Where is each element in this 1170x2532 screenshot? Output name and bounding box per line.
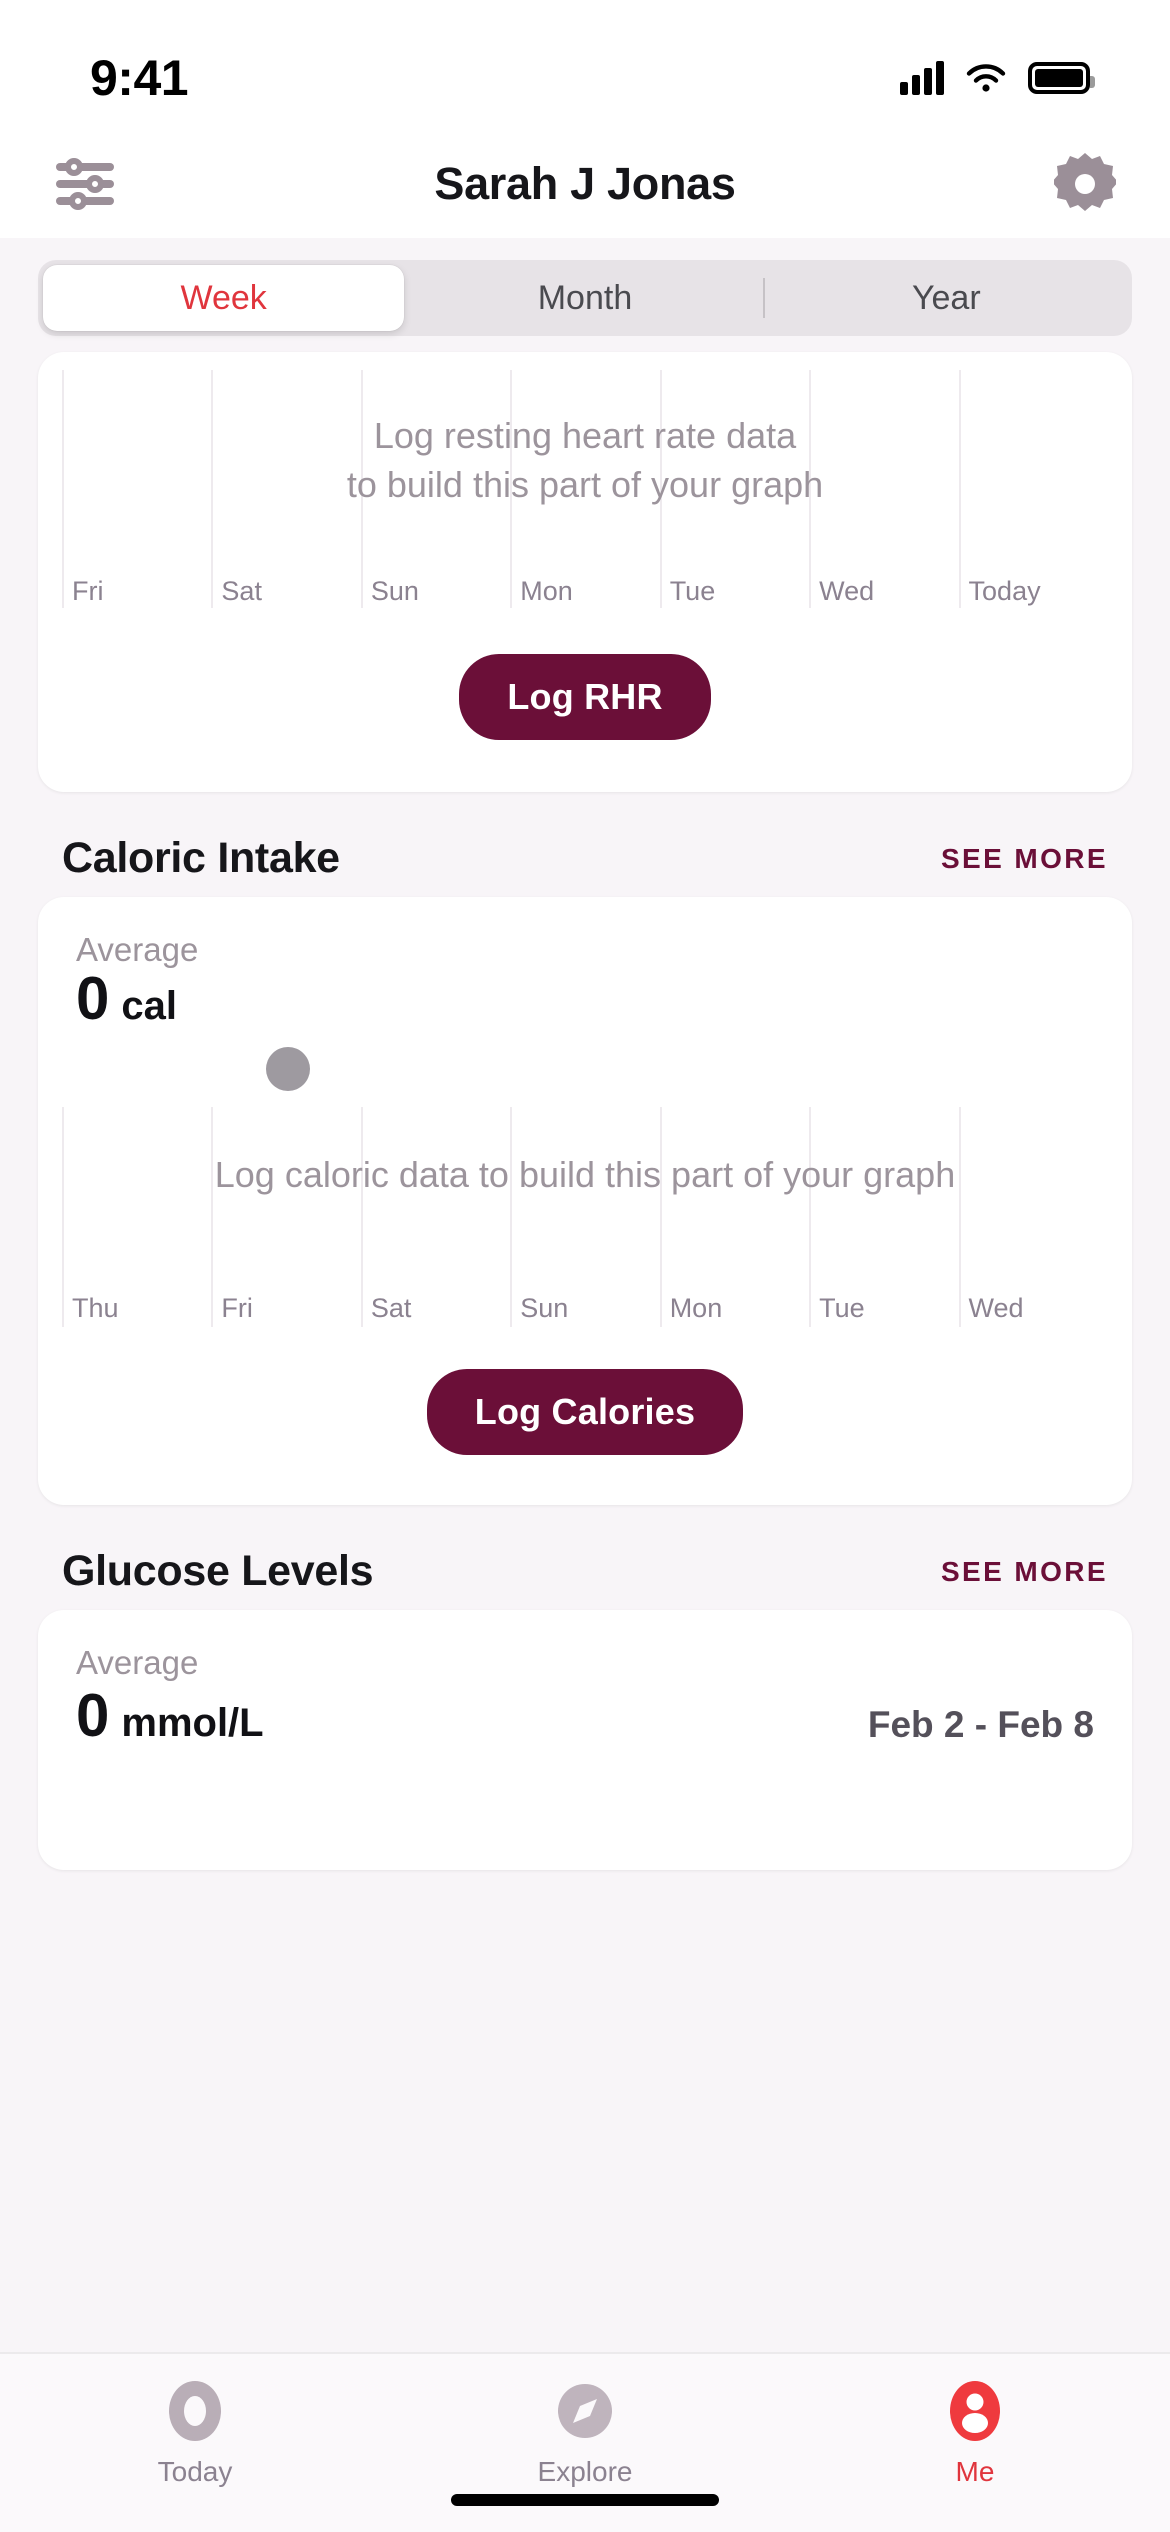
- glucose-average-value: 0 mmol/L: [76, 1686, 264, 1746]
- caloric-chart: Log caloric data to build this part of y…: [62, 1107, 1108, 1287]
- caloric-day-label: Wed: [968, 1293, 1024, 1323]
- caloric-intake-card: Average 0 cal Log caloric data to build …: [38, 897, 1132, 1505]
- nav-bar: Sarah J Jonas: [0, 130, 1170, 238]
- caloric-day-label: Thu: [72, 1293, 119, 1323]
- page-title: Sarah J Jonas: [434, 158, 736, 209]
- compass-icon: [558, 2384, 612, 2438]
- battery-icon: [1028, 62, 1095, 94]
- caloric-intake-section-header: Caloric Intake SEE MORE: [38, 792, 1132, 893]
- caloric-average-number: 0: [76, 965, 110, 1032]
- main-scroll-area[interactable]: Week Month Year Log resting heart rate d…: [0, 238, 1170, 2352]
- caloric-average-metric: Average 0 cal: [38, 897, 1132, 1091]
- rhr-day-labels: Fri Sat Sun Mon Tue Wed Today: [62, 570, 1108, 607]
- caloric-chart-axis: Thu Fri Sat Sun Mon Tue Wed: [62, 1287, 1108, 1327]
- app-screen: 9:41 Sarah J Jonas Week Month Year Log r…: [0, 0, 1170, 2532]
- log-rhr-button[interactable]: Log RHR: [459, 654, 711, 740]
- glucose-levels-title: Glucose Levels: [62, 1547, 374, 1595]
- glucose-value-row: 0 mmol/L Feb 2 - Feb 8: [76, 1686, 1094, 1746]
- resting-heart-rate-card: Log resting heart rate data to build thi…: [38, 352, 1132, 792]
- rhr-empty-line-2: to build this part of your graph: [346, 463, 824, 505]
- wifi-icon: [966, 64, 1006, 92]
- caloric-day-label: Sun: [520, 1293, 569, 1323]
- caloric-average-value-row: 0 cal: [76, 969, 1094, 1029]
- status-indicators: [900, 61, 1095, 95]
- segment-year[interactable]: Year: [766, 265, 1127, 331]
- glucose-average-metric: Average 0 mmol/L Feb 2 - Feb 8: [38, 1610, 1132, 1746]
- caloric-average-label: Average: [76, 931, 199, 968]
- caloric-day-labels: Thu Fri Sat Sun Mon Tue Wed: [62, 1287, 1108, 1324]
- status-bar: 9:41: [0, 0, 1170, 130]
- home-indicator: [451, 2494, 719, 2506]
- ring-icon: [169, 2381, 221, 2441]
- caloric-intake-title: Caloric Intake: [62, 834, 340, 882]
- caloric-average-unit: cal: [121, 984, 177, 1028]
- rhr-day-label: Tue: [669, 576, 716, 606]
- segment-month-label: Month: [537, 278, 633, 317]
- rhr-day-label: Mon: [520, 576, 573, 606]
- segment-week-label: Week: [180, 278, 267, 317]
- caloric-empty-message: Log caloric data to build this part of y…: [214, 1154, 956, 1195]
- glucose-levels-card: Average 0 mmol/L Feb 2 - Feb 8: [38, 1610, 1132, 1870]
- tab-me[interactable]: Me: [780, 2380, 1170, 2488]
- glucose-date-range: Feb 2 - Feb 8: [867, 1704, 1094, 1745]
- segment-month[interactable]: Month: [404, 265, 765, 331]
- glucose-average-label: Average: [76, 1644, 199, 1681]
- segment-year-label: Year: [911, 278, 981, 317]
- rhr-day-label: Wed: [819, 576, 875, 606]
- rhr-day-label: Today: [968, 576, 1041, 606]
- tab-explore-label: Explore: [537, 2456, 633, 2487]
- rhr-day-label: Sun: [370, 576, 419, 606]
- glucose-average-unit: mmol/L: [121, 1701, 264, 1745]
- tab-today-label: Today: [157, 2456, 233, 2487]
- segment-week[interactable]: Week: [43, 265, 405, 331]
- rhr-chart-axis: Fri Sat Sun Mon Tue Wed Today: [62, 570, 1108, 608]
- tab-today[interactable]: Today: [0, 2380, 390, 2488]
- glucose-average-number: 0: [76, 1682, 110, 1749]
- rhr-chart: Log resting heart rate data to build thi…: [62, 370, 1108, 570]
- status-time: 9:41: [90, 50, 189, 106]
- rhr-day-label: Sat: [221, 576, 262, 606]
- glucose-levels-section-header: Glucose Levels SEE MORE: [38, 1505, 1132, 1606]
- caloric-day-label: Tue: [819, 1293, 865, 1323]
- rhr-day-label: Fri: [72, 576, 104, 606]
- tab-explore[interactable]: Explore: [390, 2380, 780, 2488]
- glucose-levels-see-more-link[interactable]: SEE MORE: [941, 1556, 1108, 1588]
- cellular-signal-icon: [900, 61, 944, 95]
- caloric-day-label: Sat: [370, 1293, 412, 1323]
- filter-sliders-icon[interactable]: [48, 147, 122, 221]
- person-circle-icon: [950, 2381, 1000, 2441]
- caloric-intake-see-more-link[interactable]: SEE MORE: [941, 843, 1108, 875]
- caloric-day-label: Mon: [669, 1293, 723, 1323]
- caloric-day-label: Fri: [221, 1293, 253, 1323]
- gear-icon[interactable]: [1048, 147, 1122, 221]
- rhr-empty-line-1: Log resting heart rate data: [373, 415, 797, 456]
- rhr-empty-message: Log resting heart rate data to build thi…: [62, 370, 1108, 509]
- tab-me-label: Me: [955, 2456, 995, 2487]
- log-calories-button[interactable]: Log Calories: [426, 1369, 744, 1455]
- caloric-data-point-marker: [266, 1047, 310, 1091]
- time-range-segmented-control[interactable]: Week Month Year: [38, 260, 1132, 336]
